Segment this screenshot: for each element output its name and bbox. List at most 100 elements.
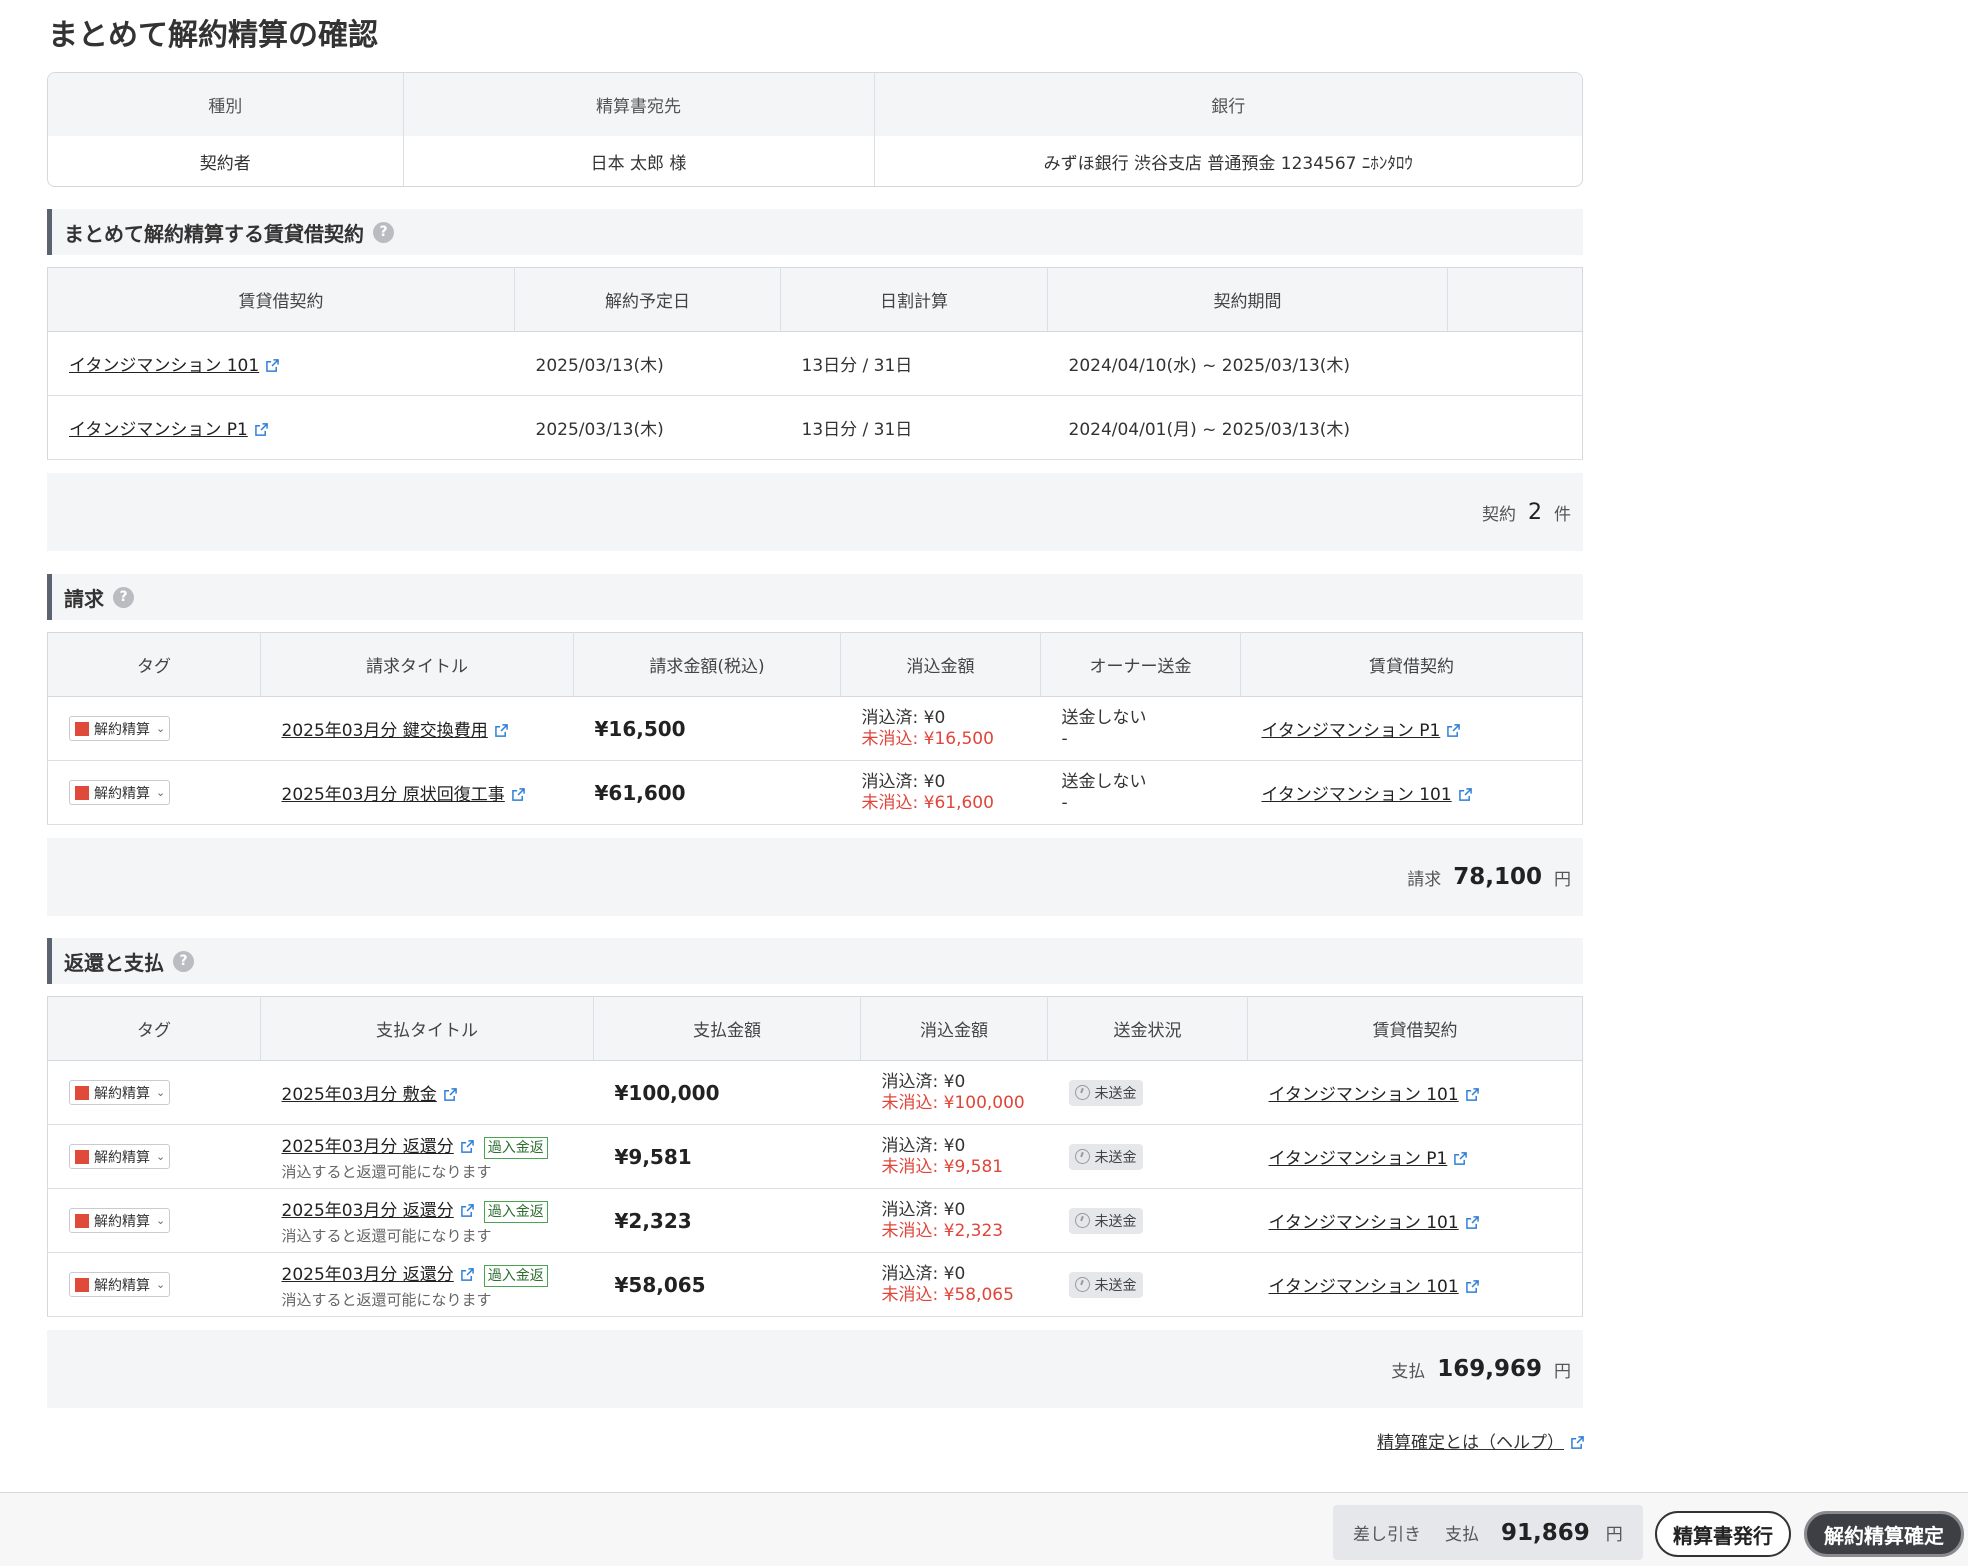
clock-icon [1074, 1277, 1090, 1292]
tag-select[interactable]: 解約精算 ⌄ [69, 716, 171, 741]
external-link-icon[interactable] [1458, 788, 1472, 801]
net-difference-value: 91,869 [1501, 1519, 1590, 1546]
contract-link[interactable]: イタンジマンション 101 [1262, 785, 1452, 805]
col-header: 解約予定日 [514, 267, 781, 332]
contract-link[interactable]: イタンジマンション 101 [1269, 1213, 1459, 1233]
external-link-icon[interactable] [460, 1203, 474, 1217]
billing-section-title: 請求 [64, 586, 104, 611]
col-header: タグ [47, 632, 261, 697]
unsettled-amount: 未消込: ¥100,000 [881, 1092, 1025, 1113]
contract-prorate: 13日分 / 31日 [780, 395, 1048, 460]
chevron-down-icon: ⌄ [156, 722, 166, 735]
external-link-icon[interactable] [460, 1267, 474, 1281]
payment-title-link[interactable]: 2025年03月分 返還分 [282, 1201, 454, 1221]
external-link-icon[interactable] [1571, 1436, 1584, 1449]
contract-link[interactable]: イタンジマンション 101 [1269, 1277, 1459, 1297]
contract-prorate: 13日分 / 31日 [780, 331, 1048, 396]
billing-total-unit: 円 [1554, 869, 1571, 890]
remit-status-label: 未送金 [1094, 1149, 1137, 1166]
tag-color-swatch [75, 1277, 89, 1292]
tag-color-swatch [75, 1213, 89, 1228]
tag-color-swatch [75, 1085, 89, 1100]
col-header: 賃貸借契約 [1240, 632, 1583, 697]
tag-select[interactable]: 解約精算 ⌄ [69, 1144, 171, 1169]
tag-select[interactable]: 解約精算 ⌄ [69, 1272, 171, 1297]
refund-section-header: 返還と支払 ? [47, 938, 1583, 984]
payment-amount: ¥58,065 [614, 1272, 706, 1297]
contract-link[interactable]: イタンジマンション 101 [69, 356, 259, 376]
issue-statement-button[interactable]: 精算書発行 [1655, 1511, 1791, 1557]
settlement-help-link-label[interactable]: 精算確定とは（ヘルプ） [1377, 1433, 1564, 1453]
page-title: まとめて解約精算の確認 [48, 18, 378, 53]
remit-status-label: 未送金 [1094, 1213, 1137, 1230]
external-link-icon[interactable] [1454, 1152, 1468, 1165]
col-header: 送金状況 [1047, 996, 1248, 1061]
chevron-down-icon: ⌄ [156, 1086, 166, 1099]
external-link-icon[interactable] [254, 423, 268, 436]
table-row: 解約精算 ⌄ 2025年03月分 返還分 過入金返 消込すると返還可能になります ¥5… [47, 1252, 1583, 1317]
external-link-icon[interactable] [443, 1088, 457, 1101]
tag-select[interactable]: 解約精算 ⌄ [69, 1080, 171, 1105]
contracts-total-label: 契約 [1482, 504, 1516, 525]
confirm-settlement-button[interactable]: 解約精算確定 [1804, 1511, 1964, 1557]
contract-date: 2025/03/13(木) [514, 331, 781, 396]
remit-status-badge: 未送金 [1068, 1079, 1143, 1106]
payment-title-link[interactable]: 2025年03月分 敷金 [282, 1085, 437, 1105]
payment-amount: ¥2,323 [614, 1208, 692, 1233]
billing-table: タグ 請求タイトル 請求金額(税込) 消込金額 オーナー送金 賃貸借契約 解約精… [47, 632, 1583, 825]
payment-title-link[interactable]: 2025年03月分 返還分 [282, 1137, 454, 1157]
contract-link[interactable]: イタンジマンション P1 [69, 420, 248, 440]
help-icon[interactable]: ? [373, 221, 394, 243]
table-row: 解約精算 ⌄ 2025年03月分 敷金 ¥100,000 消込済: ¥0 未消込: … [47, 1060, 1583, 1125]
remit-status-label: 未送金 [1094, 1277, 1137, 1294]
tag-label: 解約精算 [94, 721, 150, 738]
external-link-icon[interactable] [511, 788, 525, 801]
unsettled-amount: 未消込: ¥9,581 [881, 1156, 1004, 1177]
contract-link[interactable]: イタンジマンション 101 [1269, 1085, 1459, 1105]
external-link-icon[interactable] [1447, 724, 1461, 737]
chevron-down-icon: ⌄ [156, 1150, 166, 1163]
billing-amount: ¥61,600 [594, 780, 686, 805]
table-row: 解約精算 ⌄ 2025年03月分 返還分 過入金返 消込すると返還可能になります ¥9… [47, 1124, 1583, 1189]
tag-label: 解約精算 [94, 1085, 150, 1102]
refund-section-title: 返還と支払 [64, 950, 164, 975]
contracts-total-unit: 件 [1554, 504, 1571, 525]
contracts-section-header: まとめて解約精算する賃貸借契約 ? [47, 209, 1583, 255]
net-difference-box: 差し引き 支払 91,869 円 [1333, 1505, 1643, 1560]
chevron-down-icon: ⌄ [156, 1214, 166, 1227]
refund-total-unit: 円 [1554, 1361, 1571, 1382]
external-link-icon[interactable] [266, 359, 279, 372]
help-icon[interactable]: ? [173, 950, 194, 972]
payment-title-link[interactable]: 2025年03月分 返還分 [282, 1265, 454, 1285]
external-link-icon[interactable] [1465, 1088, 1479, 1101]
contract-period: 2024/04/10(水) ~ 2025/03/13(木) [1047, 331, 1448, 396]
tag-select[interactable]: 解約精算 ⌄ [69, 1208, 171, 1233]
contracts-total-bar: 契約 2 件 [47, 473, 1583, 551]
owner-remit-sub: - [1061, 728, 1068, 749]
unsettled-amount: 未消込: ¥58,065 [881, 1284, 1014, 1305]
contract-link[interactable]: イタンジマンション P1 [1269, 1149, 1448, 1169]
contracts-total-value: 2 [1528, 499, 1542, 525]
tag-label: 解約精算 [94, 1277, 150, 1294]
external-link-icon[interactable] [1465, 1216, 1479, 1229]
summary-type: 契約者 [48, 136, 404, 186]
billing-title-link[interactable]: 2025年03月分 鍵交換費用 [282, 721, 488, 741]
clock-icon [1074, 1149, 1090, 1164]
refund-total-value: 169,969 [1437, 1356, 1542, 1382]
external-link-icon[interactable] [1465, 1280, 1479, 1293]
chevron-down-icon: ⌄ [156, 1278, 166, 1291]
external-link-icon[interactable] [460, 1139, 474, 1153]
contract-link[interactable]: イタンジマンション P1 [1262, 721, 1441, 741]
contracts-section-title: まとめて解約精算する賃貸借契約 [64, 221, 364, 246]
action-footer: 差し引き 支払 91,869 円 精算書発行 解約精算確定 [0, 1492, 1968, 1566]
external-link-icon[interactable] [494, 724, 508, 737]
col-header: タグ [47, 996, 261, 1061]
tag-select[interactable]: 解約精算 ⌄ [69, 780, 171, 805]
help-icon[interactable]: ? [113, 586, 134, 608]
settled-amount: 消込済: ¥0 [861, 771, 946, 792]
summary-header-type: 種別 [48, 73, 404, 136]
billing-title-link[interactable]: 2025年03月分 原状回復工事 [282, 785, 505, 805]
settlement-help-link[interactable]: 精算確定とは（ヘルプ） [1377, 1428, 1584, 1453]
tag-color-swatch [75, 785, 89, 800]
billing-amount: ¥16,500 [594, 716, 686, 741]
